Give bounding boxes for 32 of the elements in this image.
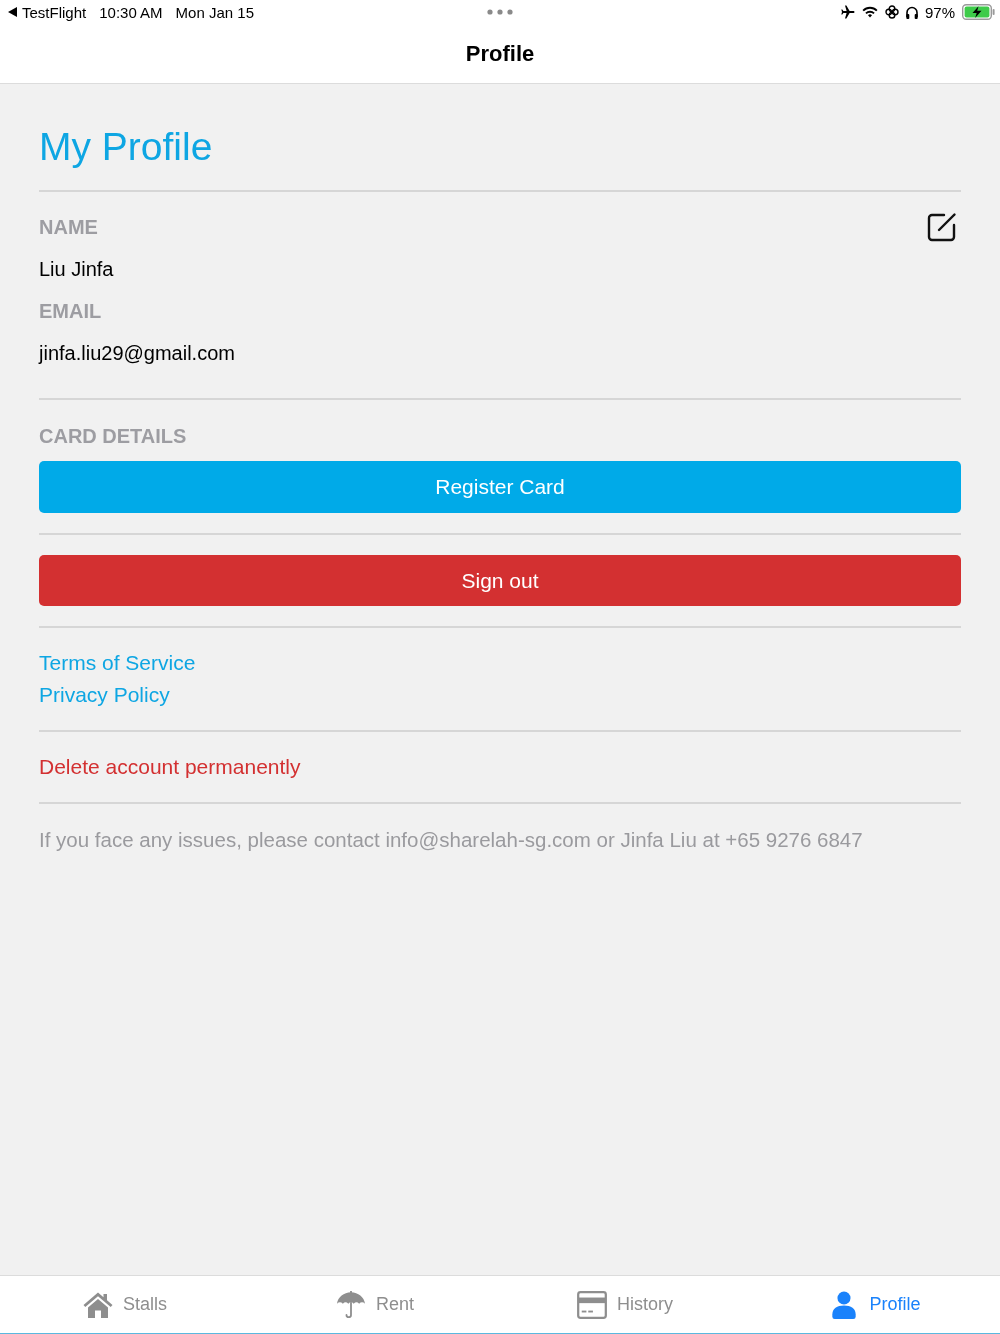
status-time: 10:30 AM (99, 3, 163, 21)
register-card-button[interactable]: Register Card (39, 461, 961, 513)
field-label: EMAIL (39, 299, 102, 324)
wifi-icon (861, 6, 878, 18)
tab-bar-item[interactable]: Rent (250, 1276, 500, 1333)
field-value: Liu Jinfa (39, 257, 114, 282)
battery-percentage: 97% (924, 3, 955, 21)
section-label: CARD DETAILS (39, 424, 187, 449)
more-dots-icon[interactable] (487, 9, 513, 15)
umbrella-icon (336, 1290, 366, 1319)
status-date: Mon Jan 15 (175, 3, 254, 21)
field-label: NAME (39, 215, 98, 240)
delete-account-link[interactable]: Delete account permanently (39, 751, 301, 783)
house-icon (83, 1290, 113, 1319)
sign-out-button[interactable]: Sign out (39, 555, 961, 606)
back-triangle-icon (8, 7, 17, 17)
credit-card-icon (577, 1290, 607, 1319)
tab-bar-item[interactable]: Stalls (0, 1276, 250, 1333)
flower-icon (884, 5, 899, 19)
policy-link[interactable]: Terms of Service (39, 647, 196, 679)
screen-title: Profile (465, 40, 535, 67)
edit-icon[interactable] (927, 212, 957, 242)
support-contact-text: If you face any issues, please contact info@sharelah-sg.com or Jinfa Liu at +65 9276 6847 (39, 827, 864, 853)
back-to-app-link[interactable]: TestFlight (8, 3, 87, 21)
airplane-icon (840, 5, 855, 19)
tab-bar-item[interactable]: History (500, 1276, 750, 1333)
tab-bar-item[interactable]: Profile (750, 1276, 1000, 1333)
policy-link[interactable]: Privacy Policy (39, 679, 170, 711)
field-value: jinfa.liu29@gmail.com (39, 341, 235, 366)
page-heading: My Profile (39, 124, 213, 170)
headphones-icon (905, 5, 918, 19)
battery-charging-icon (962, 4, 995, 20)
